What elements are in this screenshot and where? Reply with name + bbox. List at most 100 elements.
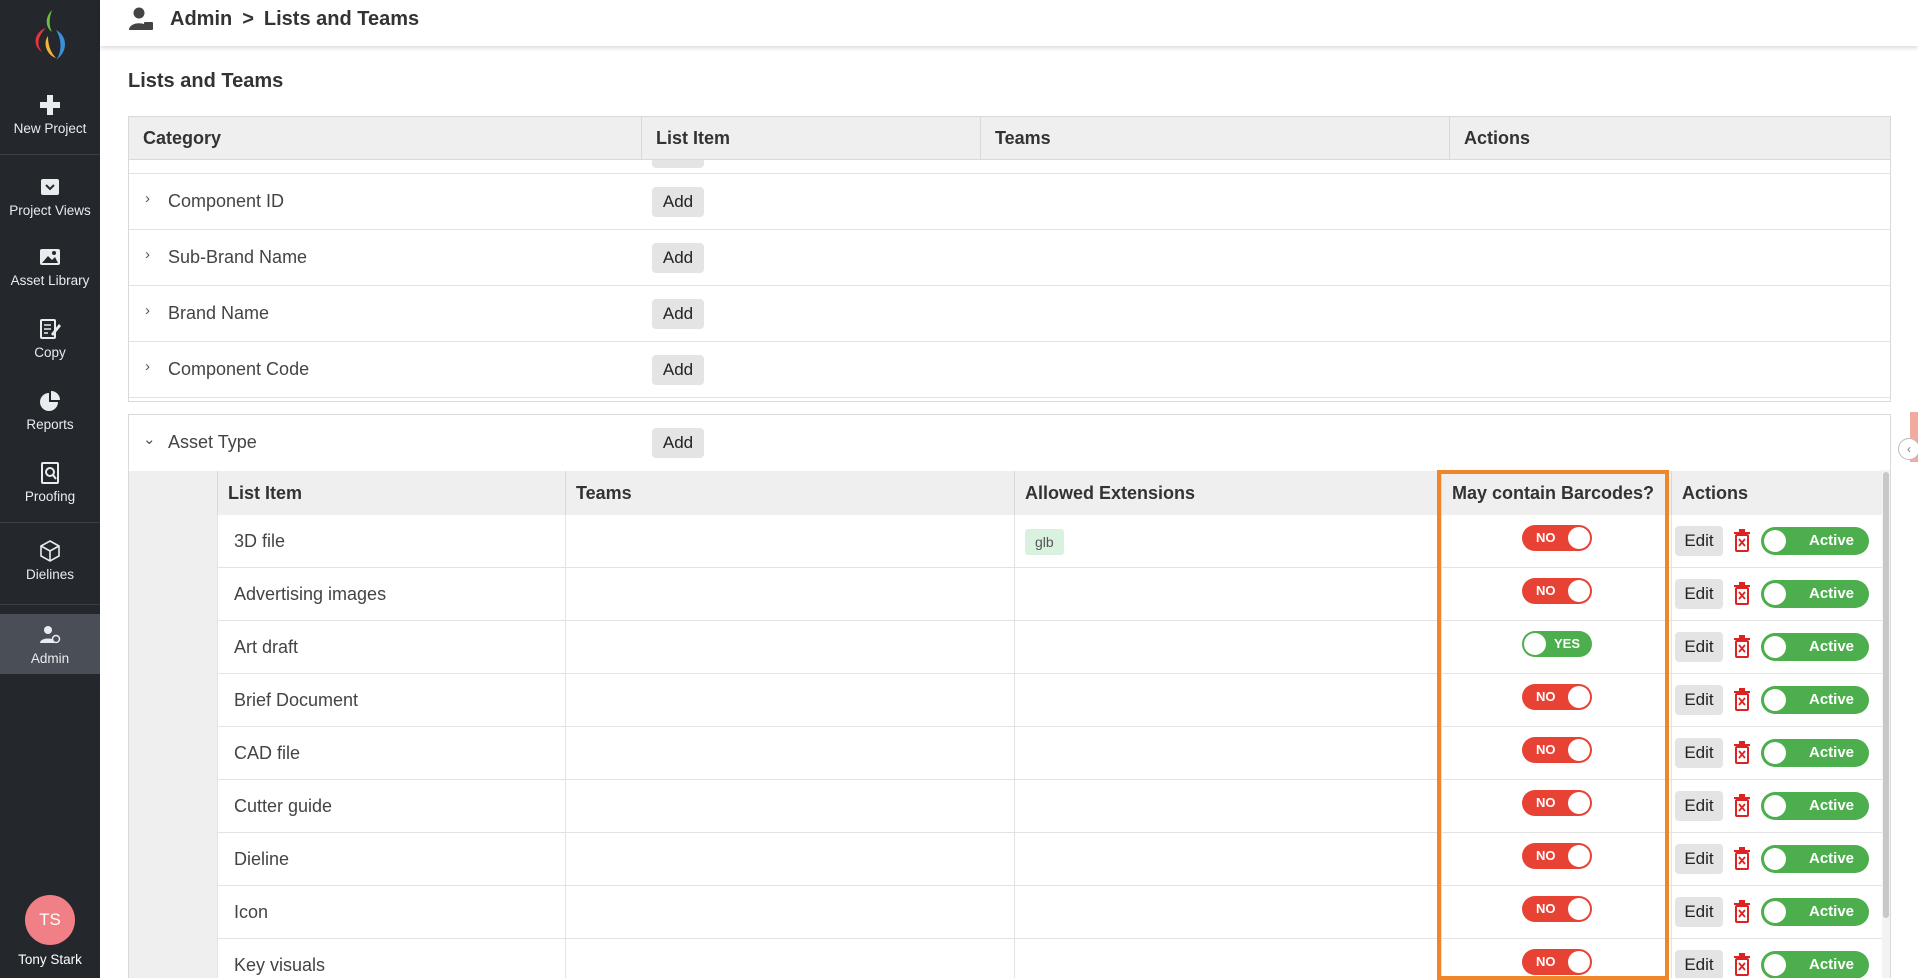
- add-button[interactable]: Add: [652, 243, 704, 273]
- breadcrumb-root[interactable]: Admin: [170, 8, 232, 30]
- scrollbar-thumb[interactable]: [1883, 472, 1889, 918]
- toggle-label: Active: [1809, 797, 1855, 814]
- teams-cell: [565, 727, 1014, 780]
- toggle-label: Active: [1809, 956, 1855, 973]
- toggle-label: NO: [1536, 689, 1556, 704]
- edit-button[interactable]: Edit: [1675, 685, 1723, 715]
- active-status-toggle[interactable]: Active: [1761, 633, 1869, 661]
- barcode-cell: NO: [1441, 568, 1671, 621]
- delete-icon[interactable]: [1732, 953, 1752, 977]
- delete-icon[interactable]: [1732, 582, 1752, 606]
- nav-new-project[interactable]: New Project: [0, 94, 100, 136]
- actions-cell: Edit Active: [1671, 568, 1884, 621]
- category-label: Component ID: [168, 191, 285, 211]
- add-button[interactable]: Add: [652, 355, 704, 385]
- table-row[interactable]: › Brand Name Add: [129, 286, 1890, 342]
- barcode-toggle[interactable]: NO: [1522, 578, 1592, 604]
- edit-button[interactable]: Edit: [1675, 632, 1723, 662]
- delete-icon[interactable]: [1732, 847, 1752, 871]
- avatar[interactable]: TS: [25, 895, 75, 945]
- edit-button[interactable]: Edit: [1675, 791, 1723, 821]
- toggle-knob: [1568, 580, 1590, 602]
- actions-cell: Edit Active: [1671, 621, 1884, 674]
- delete-icon[interactable]: [1732, 635, 1752, 659]
- list-item-name: Cutter guide: [217, 780, 565, 833]
- nav-project-views[interactable]: Project Views: [0, 176, 100, 218]
- collapse-chevron-icon[interactable]: ‹: [1898, 438, 1918, 460]
- chevron-right-icon[interactable]: ›: [145, 190, 150, 207]
- barcode-toggle[interactable]: NO: [1522, 790, 1592, 816]
- active-status-toggle[interactable]: Active: [1761, 686, 1869, 714]
- header-teams: Teams: [981, 117, 1450, 160]
- barcode-toggle[interactable]: YES: [1522, 631, 1592, 657]
- toggle-label: Active: [1809, 744, 1855, 761]
- header-list-item: List Item: [642, 117, 981, 160]
- active-status-toggle[interactable]: Active: [1761, 951, 1869, 978]
- delete-icon[interactable]: [1732, 741, 1752, 765]
- active-status-toggle[interactable]: Active: [1761, 792, 1869, 820]
- nav-reports[interactable]: Reports: [0, 390, 100, 432]
- active-status-toggle[interactable]: Active: [1761, 739, 1869, 767]
- toggle-knob: [1568, 527, 1590, 549]
- table-row[interactable]: › Component Code Add: [129, 342, 1890, 398]
- barcode-toggle[interactable]: NO: [1522, 737, 1592, 763]
- extensions-cell: glb: [1014, 515, 1441, 568]
- chevron-right-icon[interactable]: ›: [145, 246, 150, 263]
- edit-button[interactable]: Edit: [1675, 579, 1723, 609]
- add-button[interactable]: Add: [652, 187, 704, 217]
- actions-cell: Edit Active: [1671, 886, 1884, 939]
- edit-button[interactable]: Edit: [1675, 897, 1723, 927]
- nav-admin[interactable]: Admin: [0, 614, 100, 674]
- table-row: 3D file glb NO Edit Active: [217, 515, 1884, 568]
- nav-asset-library[interactable]: Asset Library: [0, 246, 100, 288]
- delete-icon[interactable]: [1732, 794, 1752, 818]
- toggle-label: Active: [1809, 638, 1855, 655]
- app-logo[interactable]: [26, 6, 74, 68]
- barcode-toggle[interactable]: NO: [1522, 949, 1592, 975]
- barcode-toggle[interactable]: NO: [1522, 896, 1592, 922]
- barcode-toggle[interactable]: NO: [1522, 843, 1592, 869]
- category-row-expanded[interactable]: ⌄ Asset Type Add: [129, 415, 1890, 471]
- table-row[interactable]: › Sub-Brand Name Add: [129, 230, 1890, 286]
- delete-icon[interactable]: [1732, 688, 1752, 712]
- asset-type-section: ⌄ Asset Type Add List Item Teams Allowed…: [128, 414, 1891, 978]
- toggle-label: Active: [1809, 691, 1855, 708]
- edit-button[interactable]: Edit: [1675, 844, 1723, 874]
- admin-user-icon: [129, 7, 153, 30]
- active-status-toggle[interactable]: Active: [1761, 845, 1869, 873]
- edit-button[interactable]: Edit: [1675, 526, 1723, 556]
- active-status-toggle[interactable]: Active: [1761, 527, 1869, 555]
- add-button[interactable]: Add: [652, 428, 704, 458]
- table-row[interactable]: › Component ID Add: [129, 174, 1890, 230]
- table-row: Advertising images NO Edit Active: [217, 568, 1884, 621]
- list-item-name: Advertising images: [217, 568, 565, 621]
- nav-dielines[interactable]: Dielines: [0, 540, 100, 582]
- chevron-right-icon[interactable]: ›: [145, 358, 150, 375]
- header-actions: Actions: [1671, 471, 1884, 515]
- active-status-toggle[interactable]: Active: [1761, 580, 1869, 608]
- chevron-right-icon[interactable]: ›: [145, 302, 150, 319]
- nav-copy[interactable]: Copy: [0, 318, 100, 360]
- teams-cell: [565, 621, 1014, 674]
- nav-label: Proofing: [24, 489, 76, 504]
- category-table: Category List Item Teams Actions › Compo…: [128, 116, 1891, 402]
- edit-button[interactable]: Edit: [1675, 738, 1723, 768]
- edit-button[interactable]: Edit: [1675, 950, 1723, 978]
- delete-icon[interactable]: [1732, 900, 1752, 924]
- active-status-toggle[interactable]: Active: [1761, 898, 1869, 926]
- toggle-label: NO: [1536, 583, 1556, 598]
- category-label: Brand Name: [168, 303, 270, 323]
- chevron-down-icon[interactable]: ⌄: [143, 430, 156, 448]
- header-allowed-extensions: Allowed Extensions: [1014, 471, 1441, 515]
- add-button[interactable]: Add: [652, 299, 704, 329]
- barcode-toggle[interactable]: NO: [1522, 684, 1592, 710]
- delete-icon[interactable]: [1732, 529, 1752, 553]
- toggle-label: NO: [1536, 901, 1556, 916]
- add-button-partial[interactable]: [652, 160, 704, 168]
- toggle-knob: [1568, 686, 1590, 708]
- barcode-toggle[interactable]: NO: [1522, 525, 1592, 551]
- barcode-cell: NO: [1441, 727, 1671, 780]
- barcode-cell: NO: [1441, 886, 1671, 939]
- toggle-label: YES: [1553, 636, 1580, 651]
- nav-proofing[interactable]: Proofing: [0, 462, 100, 504]
